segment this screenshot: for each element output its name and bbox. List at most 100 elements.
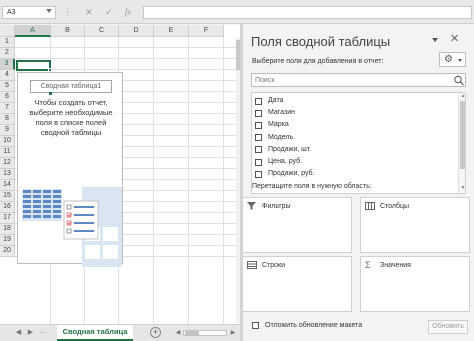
sheet-tab-pivot[interactable]: Сводная таблица [57,325,133,341]
scroll-right-icon[interactable]: ▶ [229,329,237,337]
row-header-12[interactable]: 12 [0,158,15,169]
name-box-value: A3 [7,9,16,16]
field-checkbox[interactable] [255,158,262,166]
cancel-icon[interactable]: ✕ [83,6,95,18]
sigma-icon: Σ [365,260,371,270]
defer-update-checkbox[interactable] [252,322,259,329]
defer-update-row[interactable]: Отложить обновление макета [252,322,362,329]
close-icon[interactable]: ✕ [450,32,459,45]
columns-area[interactable]: Столбцы [360,197,470,253]
filters-label: Фильтры [262,202,291,210]
columns-label: Столбцы [380,202,410,210]
row-header-10[interactable]: 10 [0,136,15,147]
field-item[interactable]: Марка [255,120,289,130]
row-gridline [15,47,240,48]
field-item[interactable]: Модель [255,133,293,143]
search-icon [454,75,464,86]
field-search[interactable] [251,73,466,87]
field-list-scrollbar[interactable]: ▲ ▼ [458,93,465,193]
row-header-11[interactable]: 11 [0,147,15,158]
row-header-4[interactable]: 4 [0,70,15,81]
row-header-14[interactable]: 14 [0,180,15,191]
filter-icon [247,202,256,210]
row-header-17[interactable]: 17 [0,213,15,224]
row-header-8[interactable]: 8 [0,114,15,125]
field-label: Дата [268,97,284,104]
scroll-down-icon[interactable]: ▼ [459,185,465,192]
row-header-5[interactable]: 5 [0,81,15,92]
gear-icon: ⚙ [444,54,453,65]
column-header-c[interactable]: C [85,25,119,37]
sheet-tab-bar: ◀ ▶ ... Сводная таблица + ◀ ▶ [0,324,240,341]
scroll-up-icon[interactable]: ▲ [459,93,465,100]
pane-title: Поля сводной таблицы [251,34,391,49]
pivot-table-name: Сводная таблица1 [30,80,112,93]
field-checkbox[interactable] [255,109,262,117]
row-header-20[interactable]: 20 [0,246,15,257]
row-header-15[interactable]: 15 [0,191,15,202]
column-header-d[interactable]: D [119,25,154,37]
field-label: Продажи, шт. [268,145,312,153]
row-header-2[interactable]: 2 [0,48,15,59]
pivot-illustration-icon [22,187,122,267]
scroll-left-icon[interactable]: ◀ [174,329,182,337]
row-header-9[interactable]: 9 [0,125,15,136]
field-list-scroll-thumb[interactable] [460,101,465,169]
row-header-7[interactable]: 7 [0,103,15,114]
formula-input[interactable] [143,6,472,19]
chevron-down-icon [458,59,462,62]
pivot-name-selection-handle [49,92,52,95]
add-sheet-button[interactable]: + [150,327,161,338]
pane-options-dropdown-icon[interactable] [432,38,438,42]
sheet-nav-left-icon[interactable]: ◀ [14,328,23,338]
field-checkbox[interactable] [255,170,262,178]
field-item[interactable]: Цена, руб. [255,157,302,167]
row-header-13[interactable]: 13 [0,169,15,180]
field-checkbox[interactable] [255,146,262,154]
field-label: Продажи, руб. [268,170,315,178]
row-header-3[interactable]: 3 [0,59,15,70]
search-input[interactable] [252,74,452,86]
column-header-e[interactable]: E [154,25,189,37]
pivot-placeholder[interactable]: Сводная таблица1 Чтобы создать отчет, вы… [17,72,123,267]
rows-area[interactable]: Строки [242,256,352,312]
filters-area[interactable]: Фильтры [242,197,352,253]
field-item[interactable]: Дата [255,96,284,106]
row-header-19[interactable]: 19 [0,235,15,246]
row-gridline [15,58,240,59]
row-header-16[interactable]: 16 [0,202,15,213]
insert-function-icon[interactable]: fx [122,6,134,18]
sheet-nav-right-icon[interactable]: ▶ [26,328,35,338]
worksheet-grid[interactable]: ABCDEF 1 2 3 4 5 6 7 8 9 10 11 12 13 14 15 16 17 18 19 20 С… [0,25,240,324]
row-header-1[interactable]: 1 [0,37,15,48]
select-all-corner[interactable] [0,25,15,37]
horizontal-scrollbar[interactable]: ◀ ▶ [174,329,238,337]
horizontal-scroll-track[interactable] [183,330,227,336]
horizontal-scroll-thumb[interactable] [185,331,199,335]
field-item[interactable]: Продажи, шт. [255,145,311,155]
rows-icon [247,261,257,269]
defer-update-label: Отложить обновление макета [265,322,363,329]
values-area[interactable]: Σ Значения [360,256,470,312]
name-box-dropdown-icon[interactable] [46,9,52,13]
field-checkbox[interactable] [255,134,262,142]
field-label: Марка [268,121,289,129]
column-header-b[interactable]: B [51,25,85,37]
field-item[interactable]: Магазин [255,108,295,118]
update-button[interactable]: Обновить [428,320,468,334]
excel-window: A3 ⋮ ✕ ✓ fx ABCDEF 1 2 3 4 5 6 7 8 9 10 11 12 13 14 15… [0,0,474,341]
enter-icon[interactable]: ✓ [103,6,115,18]
pivot-fields-pane: Поля сводной таблицы ✕ Выберите поля для… [242,24,474,341]
pane-settings-button[interactable]: ⚙ [439,52,466,67]
field-checkbox[interactable] [255,97,262,105]
row-header-6[interactable]: 6 [0,92,15,103]
values-label: Значения [380,261,411,269]
row-header-18[interactable]: 18 [0,224,15,235]
column-header-a[interactable]: A [15,25,51,37]
selected-cell[interactable] [16,60,51,71]
sheet-more-ellipsis[interactable]: ... [40,328,46,335]
column-header-f[interactable]: F [189,25,224,37]
field-item[interactable]: Продажи, руб. [255,169,314,179]
field-list[interactable]: Дата Магазин Марка Модель Продажи, шт. Цена, … [251,92,466,194]
field-checkbox[interactable] [255,121,262,129]
